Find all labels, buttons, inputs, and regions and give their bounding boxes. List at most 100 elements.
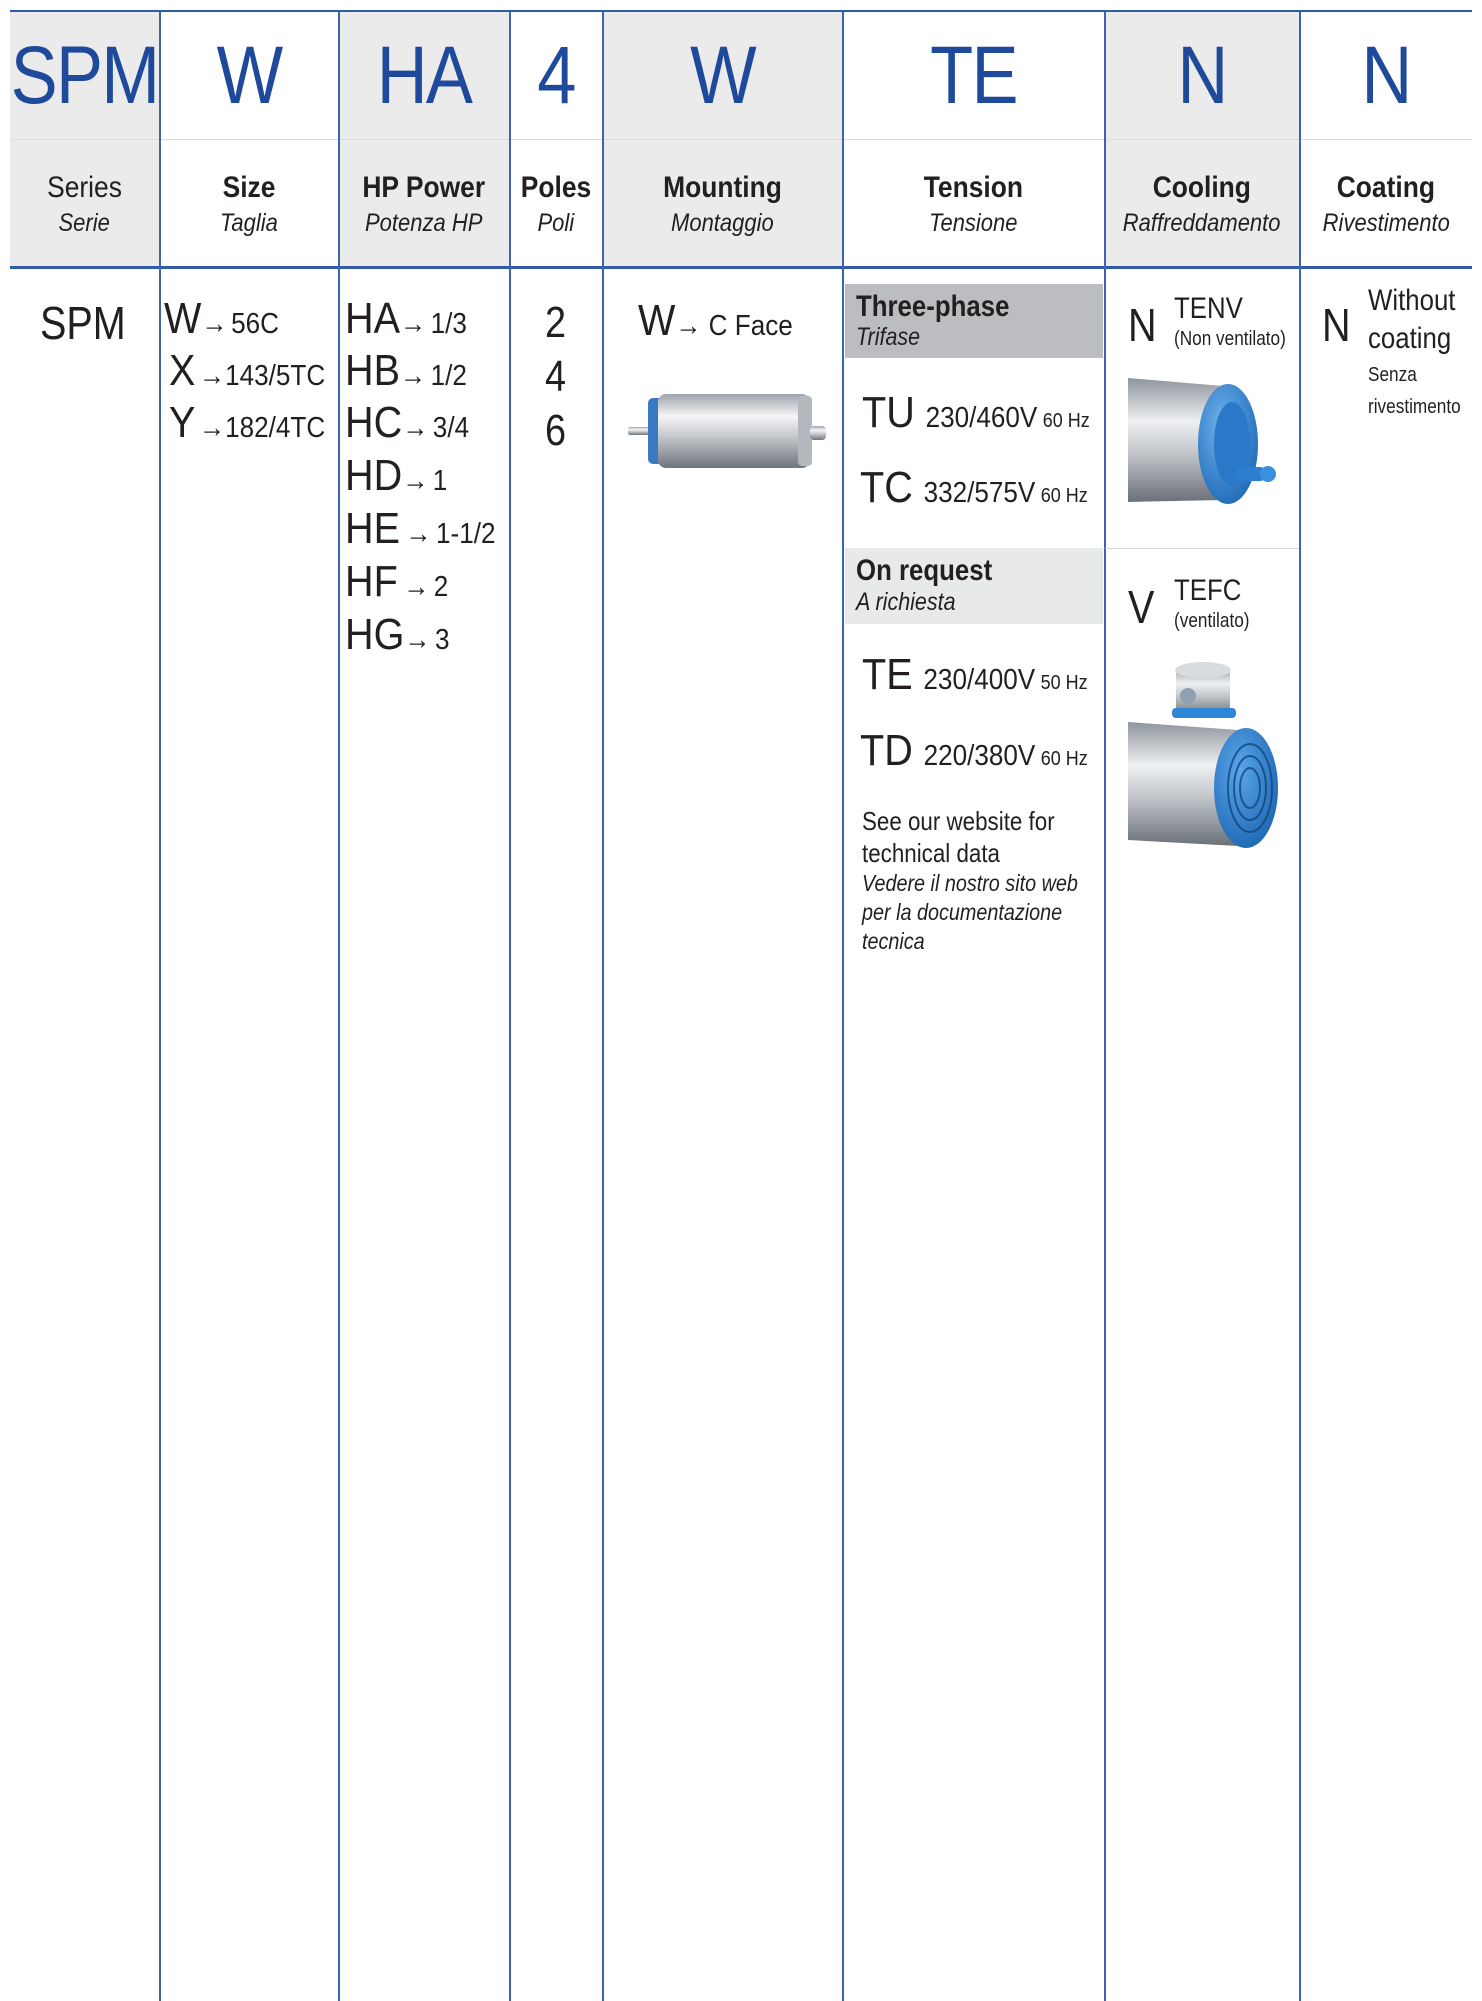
power-option-value: 3/4 <box>432 412 470 444</box>
size-option-code: W <box>164 294 202 343</box>
coating-it1: Senza <box>1368 364 1417 386</box>
header-size-label: Size <box>222 170 276 204</box>
code-mounting: W <box>690 30 757 121</box>
power-option-code: HG <box>345 610 405 659</box>
mounting-option: W → C Face <box>638 296 793 346</box>
tension-voltage: 220/380V <box>923 740 1036 772</box>
header-power-label: HP Power <box>362 170 486 204</box>
size-option-arrow: → <box>201 308 228 340</box>
power-option: HC → 3/4 <box>345 398 469 448</box>
tension-frequency: 60 Hz <box>1040 485 1088 507</box>
tension-frequency: 60 Hz <box>1042 410 1090 432</box>
tension-option: TE 230/400V 50 Hz <box>862 650 1088 700</box>
series-value: SPM <box>40 297 126 349</box>
header-mounting: Mounting Montaggio <box>603 140 842 268</box>
code-coating: N <box>1361 30 1412 121</box>
cooling-code: N <box>1128 299 1157 351</box>
c-face-motor-image <box>628 394 826 468</box>
pole-option: 4 <box>545 352 567 401</box>
col-divider <box>509 12 511 2001</box>
mounting-code: W <box>638 296 676 345</box>
header-coating-label-it: Rivestimento <box>1322 208 1450 237</box>
cooling-desc: (ventilato) <box>1174 610 1250 632</box>
tension-note-it1: Vedere il nostro sito web <box>862 870 1078 896</box>
power-option-arrow: → <box>400 360 427 392</box>
power-option: HF → 2 <box>345 557 448 607</box>
header-tension-label-it: Tensione <box>929 208 1018 237</box>
size-option: W → 56C <box>164 294 279 344</box>
header-poles-label: Poles <box>520 170 592 204</box>
power-option-arrow: → <box>402 465 429 497</box>
size-option-value: 182/4TC <box>225 412 326 444</box>
col-divider <box>1104 12 1106 2001</box>
coating-it2: rivestimento <box>1368 396 1461 418</box>
tefc-motor-image <box>1128 662 1278 848</box>
tension-frequency: 60 Hz <box>1040 748 1088 770</box>
cooling-name: TEFC <box>1174 574 1242 607</box>
size-option-value: 56C <box>231 308 279 340</box>
col-divider <box>1299 12 1301 2001</box>
power-option-code: HE <box>345 504 401 553</box>
three-phase-title: Three-phase <box>856 290 1010 323</box>
tenv-motor-image <box>1128 378 1276 504</box>
size-option-value: 143/5TC <box>225 360 326 392</box>
code-tension: TE <box>930 30 1018 121</box>
tension-code: TE <box>862 650 913 699</box>
size-option: Y → 182/4TC <box>169 398 325 448</box>
header-power-label-it: Potenza HP <box>365 208 483 237</box>
power-option-code: HC <box>345 398 403 447</box>
three-phase-title-it: Trifase <box>856 323 921 351</box>
code-size: W <box>216 30 284 121</box>
power-option-arrow: → <box>403 571 430 603</box>
power-option: HE → 1-1/2 <box>345 504 496 554</box>
code-cooling: N <box>1177 30 1228 121</box>
tension-note-line1: See our website for <box>862 806 1055 836</box>
power-option-arrow: → <box>400 308 427 340</box>
header-mounting-label: Mounting <box>663 170 782 204</box>
size-option-code: X <box>169 346 196 395</box>
coating-line2: coating <box>1368 322 1452 355</box>
tension-code: TD <box>860 726 913 775</box>
header-tension: Tension Tensione <box>843 140 1104 268</box>
tension-voltage: 332/575V <box>923 477 1036 509</box>
power-option-arrow: → <box>402 412 429 444</box>
power-option-code: HF <box>345 557 398 606</box>
code-power: HA <box>376 30 473 121</box>
code-poles: 4 <box>537 30 576 121</box>
tension-option: TD 220/380V 60 Hz <box>860 726 1088 776</box>
code-series: SPM <box>10 30 160 121</box>
col-divider <box>159 12 161 2001</box>
mounting-value: C Face <box>708 310 793 342</box>
header-cooling: Cooling Raffreddamento <box>1105 140 1299 268</box>
header-series-label: Series <box>47 170 122 204</box>
power-option-code: HA <box>345 294 401 343</box>
header-series-label-it: Serie <box>58 208 111 237</box>
cooling-name: TENV <box>1174 292 1243 325</box>
header-mounting-label-it: Montaggio <box>671 208 774 237</box>
tension-note-it3: tecnica <box>862 928 925 954</box>
size-option: X → 143/5TC <box>169 346 325 396</box>
power-option-code: HD <box>345 451 403 500</box>
header-poles-label-it: Poli <box>537 208 575 237</box>
header-size-label-it: Taglia <box>220 208 278 237</box>
tension-option: TU 230/460V 60 Hz <box>862 388 1090 438</box>
mounting-arrow: → <box>675 310 702 342</box>
power-option-arrow: → <box>404 624 431 656</box>
tension-option: TC 332/575V 60 Hz <box>860 463 1088 513</box>
col-divider <box>602 12 604 2001</box>
size-option-arrow: → <box>199 412 226 444</box>
tension-note-it2: per la documentazione <box>862 899 1063 925</box>
header-series: Series Serie <box>10 140 159 268</box>
power-option-value: 1-1/2 <box>436 518 496 550</box>
power-option-value: 1/3 <box>430 308 467 340</box>
header-cooling-label-it: Raffreddamento <box>1123 208 1281 237</box>
power-option-value: 2 <box>433 571 449 603</box>
tension-code: TU <box>862 388 915 437</box>
power-option-value: 1 <box>432 465 448 497</box>
header-power: HP Power Potenza HP <box>339 140 509 268</box>
tension-code: TC <box>860 463 913 512</box>
power-option-value: 1/2 <box>430 360 467 392</box>
header-size: Size Taglia <box>160 140 338 268</box>
power-option-arrow: → <box>405 518 432 550</box>
tension-frequency: 50 Hz <box>1040 672 1088 694</box>
